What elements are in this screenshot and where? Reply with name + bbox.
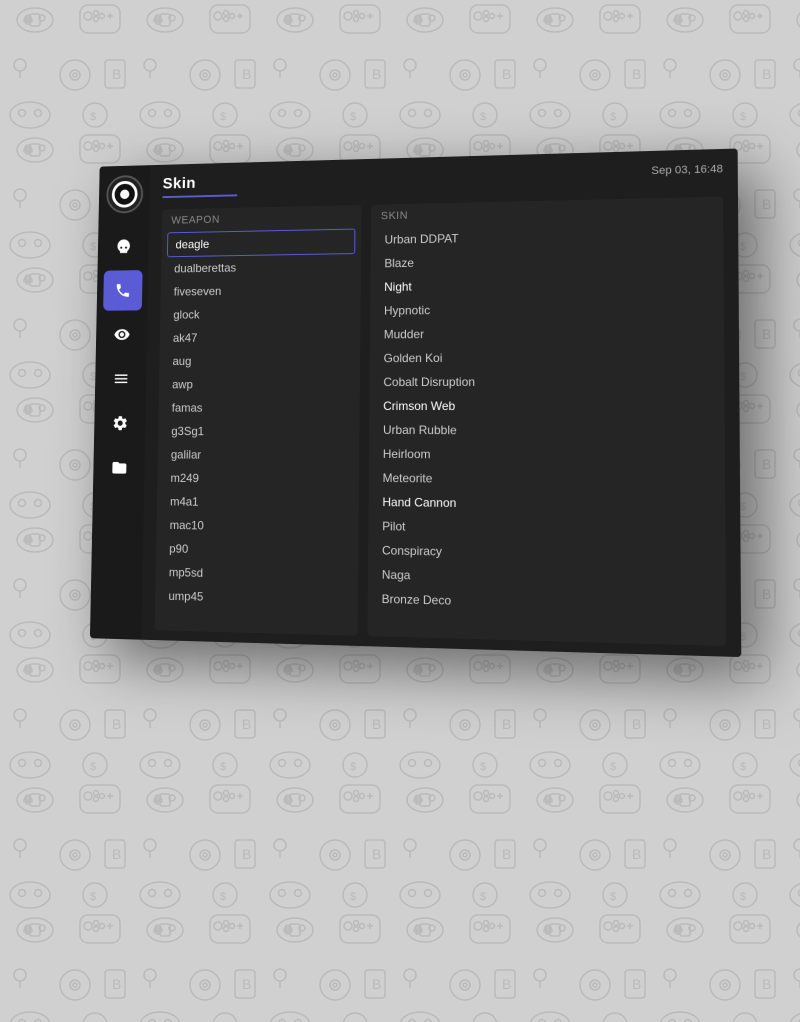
main-content: Skin Sep 03, 16:48 Weapon deagle dualber… — [141, 149, 741, 658]
app-window: Skin Sep 03, 16:48 Weapon deagle dualber… — [90, 149, 741, 658]
sidebar-icon-folder[interactable] — [99, 447, 139, 488]
sidebar-icon-menu[interactable] — [101, 358, 141, 399]
logo-inner — [111, 181, 137, 208]
weapon-item-awp[interactable]: awp — [164, 372, 354, 396]
main-header: Skin Sep 03, 16:48 — [162, 161, 723, 198]
weapon-item-ump45[interactable]: ump45 — [161, 584, 352, 612]
weapon-item-mac10[interactable]: mac10 — [162, 513, 353, 540]
sidebar-icon-gear[interactable] — [100, 403, 140, 444]
sidebar-icon-eye[interactable] — [102, 314, 142, 355]
weapon-item-ak47[interactable]: ak47 — [165, 325, 354, 350]
weapon-item-m249[interactable]: m249 — [163, 466, 353, 492]
sidebar-icon-phone[interactable] — [103, 270, 142, 311]
weapon-panel: Weapon deagle dualberettas fiveseven glo… — [155, 205, 362, 636]
app-logo — [106, 175, 143, 214]
skin-item-crimson-web[interactable]: Crimson Web — [377, 394, 716, 419]
weapon-list: deagle dualberettas fiveseven glock ak47… — [155, 226, 362, 635]
weapon-item-m4a1[interactable]: m4a1 — [162, 490, 353, 516]
skin-panel: Skin Urban DDPAT Blaze Night Hypnotic Mu… — [367, 197, 726, 646]
weapon-item-famas[interactable]: famas — [164, 396, 354, 420]
app-container: Skin Sep 03, 16:48 Weapon deagle dualber… — [90, 149, 741, 658]
skin-item-heirloom[interactable]: Heirloom — [377, 442, 717, 469]
timestamp: Sep 03, 16:48 — [651, 163, 723, 177]
skin-item-mudder[interactable]: Mudder — [378, 320, 716, 347]
content-area: Weapon deagle dualberettas fiveseven glo… — [155, 197, 726, 646]
title-underline — [162, 194, 237, 198]
skin-item-meteorite[interactable]: Meteorite — [377, 466, 717, 494]
logo-dot — [120, 189, 129, 199]
weapon-item-aug[interactable]: aug — [165, 348, 354, 372]
weapon-item-deagle[interactable]: deagle — [167, 229, 356, 258]
weapon-item-fiveseven[interactable]: fiveseven — [166, 278, 355, 304]
skin-item-urban-rubble[interactable]: Urban Rubble — [377, 418, 716, 444]
sidebar-icon-skull[interactable] — [104, 226, 143, 267]
page-title: Skin — [163, 174, 238, 193]
page-title-area: Skin — [162, 174, 237, 198]
weapon-item-g3sg1[interactable]: g3Sg1 — [164, 419, 354, 443]
skin-item-hypnotic[interactable]: Hypnotic — [378, 295, 715, 323]
weapon-item-dualberettas[interactable]: dualberettas — [167, 254, 356, 280]
weapon-item-galilar[interactable]: galilar — [163, 443, 353, 468]
skin-list: Urban DDPAT Blaze Night Hypnotic Mudder … — [367, 219, 726, 646]
weapon-item-glock[interactable]: glock — [166, 301, 355, 326]
skin-item-cobalt-disruption[interactable]: Cobalt Disruption — [377, 369, 716, 394]
skin-item-golden-koi[interactable]: Golden Koi — [378, 344, 716, 370]
sidebar — [90, 165, 150, 640]
